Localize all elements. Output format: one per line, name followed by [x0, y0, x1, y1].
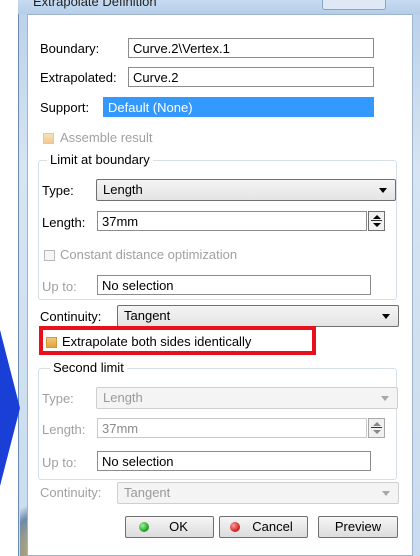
- extrapolated-field[interactable]: Curve.2: [128, 67, 374, 87]
- second-group-title: Second limit: [50, 360, 127, 375]
- second-upto-label: Up to:: [42, 455, 77, 470]
- limit-group-title: Limit at boundary: [47, 152, 153, 167]
- arrow-indicator: [0, 330, 20, 486]
- constant-distance-checkbox[interactable]: [44, 250, 55, 261]
- support-label: Support:: [40, 100, 90, 115]
- boundary-field[interactable]: Curve.2\Vertex.1: [128, 38, 374, 58]
- ok-icon: [139, 522, 149, 532]
- preview-button[interactable]: Preview: [318, 516, 398, 538]
- extrapolated-label: Extrapolated:: [40, 70, 117, 85]
- limit-length-label: Length:: [42, 215, 86, 230]
- assemble-result-checkbox[interactable]: [43, 133, 54, 144]
- cancel-button-label: Cancel: [252, 519, 293, 534]
- second-continuity-select[interactable]: Tangent: [117, 482, 399, 504]
- limit-type-label: Type:: [42, 183, 74, 198]
- window-title: Extrapolate Definition: [33, 0, 157, 9]
- second-length-stepper[interactable]: [368, 418, 385, 438]
- second-upto-field[interactable]: No selection: [97, 451, 371, 471]
- ok-button-label: OK: [169, 519, 188, 534]
- support-field[interactable]: Default (None): [103, 97, 374, 117]
- second-type-select[interactable]: Length: [96, 387, 398, 409]
- limit-upto-label: Up to:: [42, 279, 77, 294]
- continuity-value: Tangent: [124, 308, 171, 323]
- continuity-label: Continuity:: [40, 309, 102, 324]
- cancel-icon: [230, 522, 240, 532]
- assemble-result-label: Assemble result: [60, 130, 153, 145]
- second-length-label: Length:: [42, 422, 86, 437]
- limit-length-field[interactable]: 37mm: [97, 211, 367, 231]
- continuity-select[interactable]: Tangent: [117, 305, 399, 327]
- chevron-down-icon: [379, 188, 387, 193]
- limit-upto-field[interactable]: No selection: [97, 275, 371, 295]
- boundary-label: Boundary:: [40, 41, 100, 56]
- close-button[interactable]: [322, 0, 386, 10]
- second-type-value: Length: [103, 390, 143, 405]
- ok-button[interactable]: OK: [125, 516, 214, 538]
- second-length-field[interactable]: 37mm: [97, 418, 367, 438]
- chevron-down-icon: [381, 396, 389, 401]
- chevron-down-icon: [382, 491, 390, 496]
- second-continuity-value: Tangent: [124, 485, 171, 500]
- chevron-down-icon: [382, 314, 390, 319]
- cancel-button[interactable]: Cancel: [219, 516, 308, 538]
- second-continuity-label: Continuity:: [40, 485, 102, 500]
- constant-distance-label: Constant distance optimization: [60, 247, 238, 262]
- limit-type-value: Length: [103, 182, 143, 197]
- second-type-label: Type:: [42, 391, 74, 406]
- limit-length-stepper[interactable]: [368, 211, 385, 231]
- limit-type-select[interactable]: Length: [96, 179, 396, 201]
- highlight-box: [39, 326, 316, 355]
